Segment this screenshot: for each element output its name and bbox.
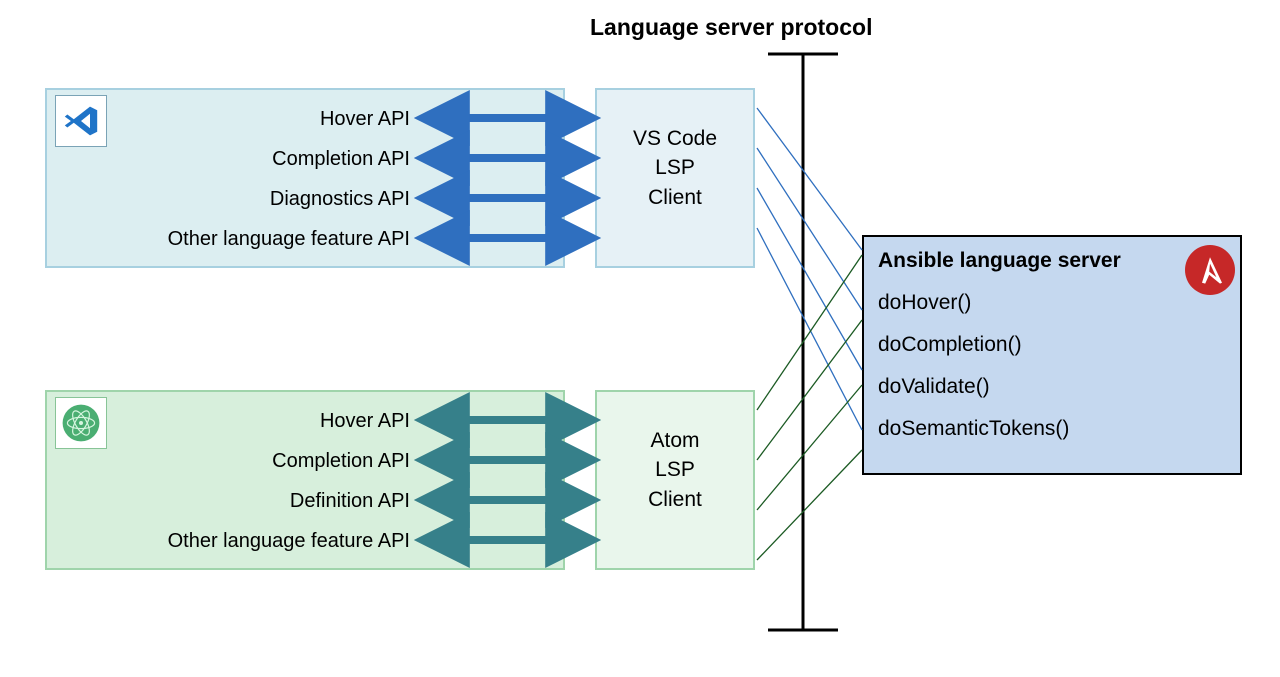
atom-lsp-client-box: Atom LSP Client xyxy=(595,390,755,570)
ansible-icon xyxy=(1185,245,1235,295)
atom-api-3: Other language feature API xyxy=(150,530,410,553)
server-fn-1: doCompletion() xyxy=(878,333,1226,357)
vscode-icon xyxy=(55,95,107,147)
atom-icon xyxy=(55,397,107,449)
vscode-lsp-client-box: VS Code LSP Client xyxy=(595,88,755,268)
vscode-api-3: Other language feature API xyxy=(150,228,410,251)
atom-api-0: Hover API xyxy=(150,410,410,433)
vscode-api-1: Completion API xyxy=(150,148,410,171)
server-fn-2: doValidate() xyxy=(878,375,1226,399)
vscode-api-0: Hover API xyxy=(150,108,410,131)
diagram-title: Language server protocol xyxy=(590,14,872,41)
atom-api-2: Definition API xyxy=(150,490,410,513)
server-fn-0: doHover() xyxy=(878,291,1226,315)
vscode-api-2: Diagnostics API xyxy=(150,188,410,211)
server-title: Ansible language server xyxy=(878,249,1226,273)
server-fn-3: doSemanticTokens() xyxy=(878,417,1226,441)
diagram-stage: Language server protocol Hover API Compl… xyxy=(0,0,1280,677)
atom-api-1: Completion API xyxy=(150,450,410,473)
